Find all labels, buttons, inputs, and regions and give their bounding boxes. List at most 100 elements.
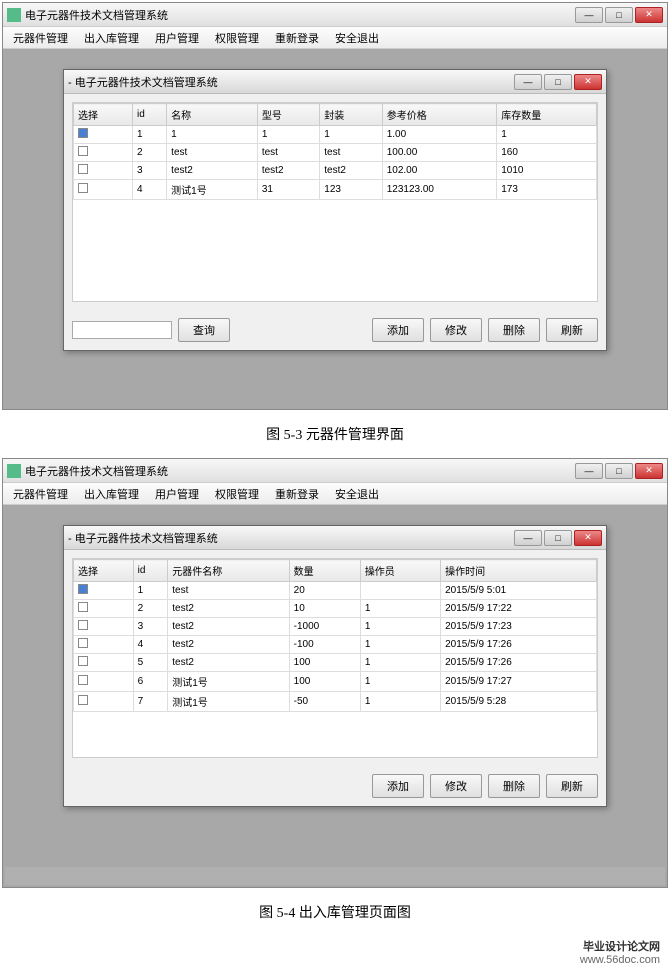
cell: 1	[133, 582, 168, 600]
table-row[interactable]: 11111.001	[74, 126, 597, 144]
menu-item-1[interactable]: 出入库管理	[78, 484, 145, 504]
delete-button[interactable]: 删除	[488, 318, 540, 342]
cell: 160	[497, 144, 597, 162]
figure-caption-1: 图 5-3 元器件管理界面	[0, 412, 670, 456]
minimize-button[interactable]: —	[575, 463, 603, 479]
maximize-button[interactable]: □	[544, 74, 572, 90]
menu-item-2[interactable]: 用户管理	[149, 28, 205, 48]
cell: 1	[360, 654, 440, 672]
menu-item-3[interactable]: 权限管理	[209, 28, 265, 48]
column-header[interactable]: 操作时间	[441, 560, 597, 582]
close-button[interactable]: ✕	[635, 7, 663, 23]
cell: 2015/5/9 17:27	[441, 672, 597, 692]
maximize-button[interactable]: □	[605, 7, 633, 23]
main-window-2: 电子元器件技术文档管理系统 — □ ✕ 元器件管理出入库管理用户管理权限管理重新…	[2, 458, 668, 888]
row-checkbox[interactable]	[78, 656, 88, 666]
query-button[interactable]: 查询	[178, 318, 230, 342]
add-button[interactable]: 添加	[372, 318, 424, 342]
cell: 20	[289, 582, 360, 600]
cell: test2	[167, 162, 258, 180]
cell: 1	[360, 692, 440, 712]
menu-item-5[interactable]: 安全退出	[329, 484, 385, 504]
row-checkbox[interactable]	[78, 584, 88, 594]
column-header[interactable]: id	[133, 560, 168, 582]
cell: test	[168, 582, 289, 600]
inner-window: - 电子元器件技术文档管理系统 — □ ✕ 选择id名称型号封装参考价格库存数量…	[63, 69, 607, 351]
cell: test2	[168, 618, 289, 636]
edit-button[interactable]: 修改	[430, 774, 482, 798]
refresh-button[interactable]: 刷新	[546, 318, 598, 342]
table-row[interactable]: 3test2-100012015/5/9 17:23	[74, 618, 597, 636]
column-header[interactable]: 封装	[320, 104, 382, 126]
maximize-button[interactable]: □	[605, 463, 633, 479]
close-button[interactable]: ✕	[574, 74, 602, 90]
cell: 2	[133, 144, 167, 162]
column-header[interactable]: 名称	[167, 104, 258, 126]
row-checkbox[interactable]	[78, 183, 88, 193]
minimize-button[interactable]: —	[514, 530, 542, 546]
table-row[interactable]: 7测试1号-5012015/5/9 5:28	[74, 692, 597, 712]
menu-item-4[interactable]: 重新登录	[269, 484, 325, 504]
cell: test2	[320, 162, 382, 180]
column-header[interactable]: 操作员	[360, 560, 440, 582]
table-row[interactable]: 3test2test2test2102.001010	[74, 162, 597, 180]
menu-item-0[interactable]: 元器件管理	[7, 28, 74, 48]
table-row[interactable]: 1test202015/5/9 5:01	[74, 582, 597, 600]
table-row[interactable]: 2testtesttest100.00160	[74, 144, 597, 162]
add-button[interactable]: 添加	[372, 774, 424, 798]
column-header[interactable]: 数量	[289, 560, 360, 582]
row-checkbox[interactable]	[78, 164, 88, 174]
cell: 173	[497, 180, 597, 200]
table-row[interactable]: 6测试1号10012015/5/9 17:27	[74, 672, 597, 692]
maximize-button[interactable]: □	[544, 530, 572, 546]
column-header[interactable]: 元器件名称	[168, 560, 289, 582]
menu-item-4[interactable]: 重新登录	[269, 28, 325, 48]
row-checkbox[interactable]	[78, 602, 88, 612]
cell: -50	[289, 692, 360, 712]
refresh-button[interactable]: 刷新	[546, 774, 598, 798]
row-checkbox[interactable]	[78, 638, 88, 648]
cell: test2	[257, 162, 319, 180]
cell: 1	[360, 600, 440, 618]
cell: 1	[360, 636, 440, 654]
cell: 10	[289, 600, 360, 618]
menu-item-3[interactable]: 权限管理	[209, 484, 265, 504]
minimize-button[interactable]: —	[575, 7, 603, 23]
cell: 1010	[497, 162, 597, 180]
delete-button[interactable]: 删除	[488, 774, 540, 798]
close-button[interactable]: ✕	[574, 530, 602, 546]
inner-window: - 电子元器件技术文档管理系统 — □ ✕ 选择id元器件名称数量操作员操作时间…	[63, 525, 607, 807]
row-checkbox[interactable]	[78, 675, 88, 685]
column-header[interactable]: 库存数量	[497, 104, 597, 126]
edit-button[interactable]: 修改	[430, 318, 482, 342]
menu-item-0[interactable]: 元器件管理	[7, 484, 74, 504]
minimize-button[interactable]: —	[514, 74, 542, 90]
row-checkbox[interactable]	[78, 620, 88, 630]
close-button[interactable]: ✕	[635, 463, 663, 479]
inner-title: - 电子元器件技术文档管理系统	[68, 530, 514, 546]
table-row[interactable]: 4测试1号31123123123.00173	[74, 180, 597, 200]
column-header[interactable]: 型号	[257, 104, 319, 126]
column-header[interactable]: 选择	[74, 560, 134, 582]
main-window-1: 电子元器件技术文档管理系统 — □ ✕ 元器件管理出入库管理用户管理权限管理重新…	[2, 2, 668, 410]
column-header[interactable]: 参考价格	[382, 104, 497, 126]
search-input[interactable]	[72, 321, 172, 339]
figure-caption-2: 图 5-4 出入库管理页面图	[0, 890, 670, 934]
column-header[interactable]: 选择	[74, 104, 133, 126]
table-row[interactable]: 4test2-10012015/5/9 17:26	[74, 636, 597, 654]
menu-item-2[interactable]: 用户管理	[149, 484, 205, 504]
components-table: 选择id名称型号封装参考价格库存数量 11111.0012testtesttes…	[73, 103, 597, 200]
menu-item-5[interactable]: 安全退出	[329, 28, 385, 48]
table-row[interactable]: 5test210012015/5/9 17:26	[74, 654, 597, 672]
cell: -100	[289, 636, 360, 654]
cell: test	[167, 144, 258, 162]
row-checkbox[interactable]	[78, 146, 88, 156]
row-checkbox[interactable]	[78, 695, 88, 705]
data-table-wrap: 选择id名称型号封装参考价格库存数量 11111.0012testtesttes…	[72, 102, 598, 302]
row-checkbox[interactable]	[78, 128, 88, 138]
menu-item-1[interactable]: 出入库管理	[78, 28, 145, 48]
column-header[interactable]: id	[133, 104, 167, 126]
inner-titlebar: - 电子元器件技术文档管理系统 — □ ✕	[64, 526, 606, 550]
titlebar: 电子元器件技术文档管理系统 — □ ✕	[3, 459, 667, 483]
table-row[interactable]: 2test21012015/5/9 17:22	[74, 600, 597, 618]
